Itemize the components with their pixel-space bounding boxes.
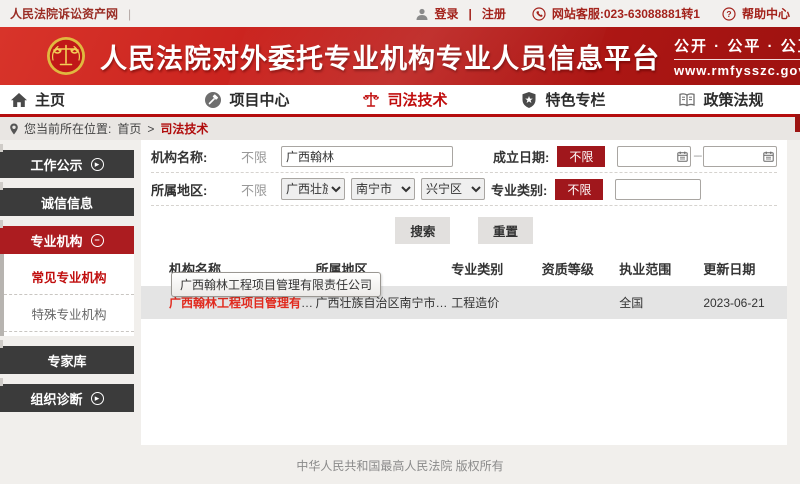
sidebar-item-expert-pool[interactable]: 专家库 xyxy=(0,346,134,374)
breadcrumb-home-link[interactable]: 首页 xyxy=(117,120,141,137)
sidebar-item-label: 专业机构 xyxy=(30,231,82,250)
circle-arrow-icon: ▸ xyxy=(91,158,104,171)
breadcrumb-prefix: 您当前所在位置: xyxy=(24,120,111,137)
breadcrumb: 您当前所在位置: 首页 > 司法技术 xyxy=(0,117,800,140)
breadcrumb-separator: > xyxy=(147,122,154,136)
site-name-link[interactable]: 人民法院诉讼资产网 xyxy=(10,5,118,22)
topbar-divider: | xyxy=(128,7,131,21)
content-area: 工作公示 ▸ 诚信信息 专业机构 − 常见专业机构 特殊专业机构 专家库 组织诊… xyxy=(0,140,800,484)
submenu-item-common-orgs[interactable]: 常见专业机构 xyxy=(4,258,134,295)
category-unlimited-button[interactable]: 不限 xyxy=(555,179,603,200)
login-register-pipe: | xyxy=(469,7,472,21)
nav-item-home[interactable]: 主页 xyxy=(0,85,168,114)
sidebar-item-professional-orgs[interactable]: 专业机构 − xyxy=(0,226,134,254)
scales-icon xyxy=(362,91,380,109)
sidebar-item-org-diagnosis[interactable]: 组织诊断 ▸ xyxy=(0,384,134,412)
col-header-updated: 更新日期 xyxy=(703,250,787,286)
nav-label: 特色专栏 xyxy=(545,89,605,110)
region-label: 所属地区: xyxy=(151,180,223,199)
org-name-link[interactable]: 广西翰林工程项目管理有限责任... xyxy=(169,296,316,310)
main-nav: 主页 项目中心 司法技术 特色专栏 政策法规 xyxy=(0,85,800,117)
nav-item-project-center[interactable]: 项目中心 xyxy=(168,85,326,114)
org-name-input[interactable] xyxy=(281,146,453,167)
nav-label: 项目中心 xyxy=(229,89,289,110)
sidebar-item-label: 诚信信息 xyxy=(41,193,93,212)
breadcrumb-current[interactable]: 司法技术 xyxy=(160,120,208,137)
sidebar-item-work-publicity[interactable]: 工作公示 ▸ xyxy=(0,150,134,178)
main-panel: 机构名称: 不限 成立日期: 不限 --- xyxy=(141,140,787,445)
region-unlimited[interactable]: 不限 xyxy=(241,180,281,199)
province-select[interactable]: 广西壮族自治 xyxy=(281,178,345,200)
founded-date-label: 成立日期: xyxy=(493,147,549,166)
location-pin-icon xyxy=(8,123,20,135)
nav-label: 司法技术 xyxy=(387,89,447,110)
form-buttons: 搜索 重置 xyxy=(141,206,787,250)
col-header-category: 专业类别 xyxy=(451,250,541,286)
nav-label: 主页 xyxy=(35,89,65,110)
col-header-grade: 资质等级 xyxy=(542,250,620,286)
user-icon xyxy=(415,7,429,21)
nav-item-special-column[interactable]: 特色专栏 xyxy=(484,85,642,114)
register-link[interactable]: 注册 xyxy=(482,5,506,22)
cell-updated: 2023-06-21 xyxy=(703,286,787,319)
nav-item-judicial-tech[interactable]: 司法技术 xyxy=(326,85,484,114)
founded-date-unlimited-button[interactable]: 不限 xyxy=(557,146,605,167)
sidebar-submenu: 常见专业机构 特殊专业机构 xyxy=(0,254,134,336)
project-center-icon xyxy=(204,91,222,109)
help-icon: ? xyxy=(722,7,736,21)
site-banner: 人民法院对外委托专业机构专业人员信息平台 公开 · 公平 · 公正 www.rm… xyxy=(0,27,800,85)
cell-category: 工程造价 xyxy=(451,286,541,319)
founded-date-from-input[interactable] xyxy=(617,146,691,167)
submenu-item-special-orgs[interactable]: 特殊专业机构 xyxy=(4,295,134,332)
founded-date-to-input[interactable] xyxy=(703,146,777,167)
scrollbar-thumb[interactable] xyxy=(795,114,800,132)
sidebar-item-label: 专家库 xyxy=(47,351,86,370)
city-select[interactable]: 南宁市 xyxy=(351,178,415,200)
home-icon xyxy=(10,91,28,109)
category-input[interactable] xyxy=(615,179,701,200)
banner-slogan: 公开 · 公平 · 公正 xyxy=(674,35,800,60)
col-header-scope: 执业范围 xyxy=(619,250,703,286)
district-select[interactable]: 兴宁区 xyxy=(421,178,485,200)
login-link[interactable]: 登录 xyxy=(435,5,459,22)
circle-minus-icon: − xyxy=(91,234,104,247)
footer-copyright: 中华人民共和国最高人民法院 版权所有 xyxy=(0,457,800,474)
banner-url: www.rmfysszc.gov.cn xyxy=(674,63,800,78)
reset-button[interactable]: 重置 xyxy=(478,217,533,244)
sidebar-item-integrity-info[interactable]: 诚信信息 xyxy=(0,188,134,216)
cell-scope: 全国 xyxy=(619,286,703,319)
org-name-tooltip: 广西翰林工程项目管理有限责任公司 xyxy=(171,272,381,297)
search-button[interactable]: 搜索 xyxy=(395,217,450,244)
org-name-label: 机构名称: xyxy=(151,147,223,166)
category-label: 专业类别: xyxy=(491,180,547,199)
top-utility-bar: 人民法院诉讼资产网 | 登录 | 注册 网站客服:023-63088881转1 … xyxy=(0,0,800,27)
nav-item-policy[interactable]: 政策法规 xyxy=(642,85,800,114)
book-icon xyxy=(678,91,696,109)
sidebar-item-label: 工作公示 xyxy=(30,155,82,174)
phone-icon xyxy=(532,7,546,21)
service-hotline[interactable]: 网站客服:023-63088881转1 xyxy=(552,5,700,22)
cell-grade xyxy=(542,286,620,319)
form-row-region: 所属地区: 不限 广西壮族自治 南宁市 兴宁区 专业类别: 不限 xyxy=(151,173,777,206)
svg-text:?: ? xyxy=(726,9,731,19)
org-name-unlimited[interactable]: 不限 xyxy=(241,147,281,166)
circle-arrow-icon: ▸ xyxy=(91,392,104,405)
page-title: 人民法院对外委托专业机构专业人员信息平台 xyxy=(100,37,660,76)
help-center-link[interactable]: 帮助中心 xyxy=(742,5,790,22)
court-emblem-logo xyxy=(46,36,86,76)
nav-label: 政策法规 xyxy=(703,89,763,110)
sidebar: 工作公示 ▸ 诚信信息 专业机构 − 常见专业机构 特殊专业机构 专家库 组织诊… xyxy=(0,150,134,422)
sidebar-item-label: 组织诊断 xyxy=(30,389,82,408)
date-range-separator: --- xyxy=(693,150,701,162)
form-row-org-name: 机构名称: 不限 成立日期: 不限 --- xyxy=(151,140,777,173)
shield-star-icon xyxy=(520,91,538,109)
